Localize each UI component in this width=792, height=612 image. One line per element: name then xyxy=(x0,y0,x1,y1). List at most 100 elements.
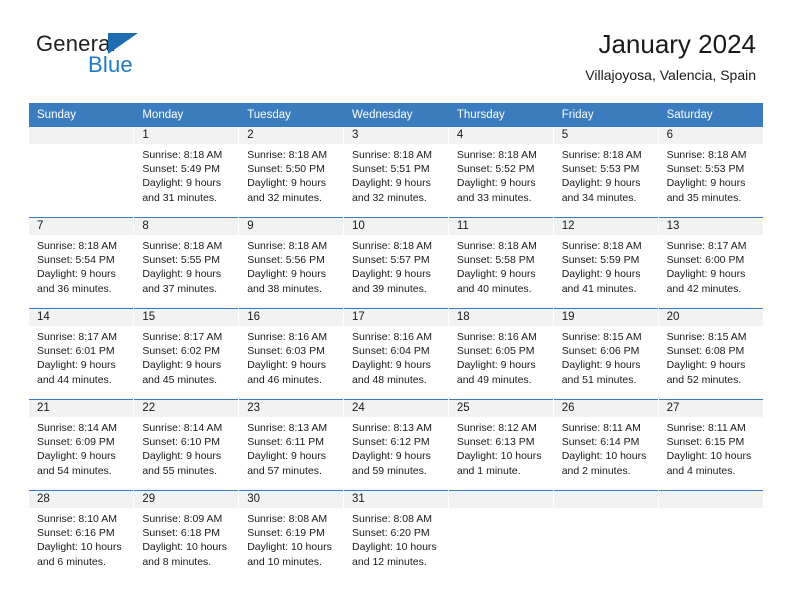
calendar-day-cell[interactable]: 16 Sunrise: 8:16 AM Sunset: 6:03 PM Dayligh… xyxy=(238,308,345,400)
calendar-day-cell[interactable]: 6 Sunrise: 8:18 AM Sunset: 5:53 PM Daylight… xyxy=(658,127,763,218)
day-cell-details: Sunrise: 8:18 AM Sunset: 5:54 PM Daylight:… xyxy=(29,235,133,296)
calendar-day-cell[interactable]: 25 Sunrise: 8:12 AM Sunset: 6:13 PM Dayligh… xyxy=(448,399,554,491)
day-cell-inner xyxy=(658,491,763,581)
sunrise-text: Sunrise: 8:11 AM xyxy=(666,422,746,434)
day-cell-details: Sunrise: 8:18 AM Sunset: 5:53 PM Daylight:… xyxy=(554,144,658,205)
day-cell-inner: 16 Sunrise: 8:16 AM Sunset: 6:03 PM Dayligh… xyxy=(239,309,344,399)
daylight-text: Daylight: 9 hours and 35 minutes. xyxy=(666,177,746,204)
sunrise-text: Sunrise: 8:12 AM xyxy=(456,422,537,434)
calendar-day-cell[interactable]: 1 Sunrise: 8:18 AM Sunset: 5:49 PM Daylight… xyxy=(133,127,240,218)
sunset-text: Sunset: 6:09 PM xyxy=(37,436,115,449)
day-cell-details: Sunrise: 8:18 AM Sunset: 5:53 PM Daylight:… xyxy=(659,144,763,205)
sunset-text: Sunset: 6:15 PM xyxy=(666,436,745,449)
calendar-day-cell[interactable]: 9 Sunrise: 8:18 AM Sunset: 5:56 PM Daylight… xyxy=(238,217,345,309)
calendar-day-cell[interactable]: 28 Sunrise: 8:10 AM Sunset: 6:16 PM Dayligh… xyxy=(29,490,135,581)
sunrise-text: Sunrise: 8:11 AM xyxy=(561,422,641,434)
calendar-day-cell[interactable]: 11 Sunrise: 8:18 AM Sunset: 5:58 PM Dayligh… xyxy=(448,217,554,309)
calendar-day-cell[interactable]: 31 Sunrise: 8:08 AM Sunset: 6:20 PM Dayligh… xyxy=(343,490,449,581)
calendar-day-cell[interactable]: 3 Sunrise: 8:18 AM Sunset: 5:51 PM Daylight… xyxy=(343,127,449,218)
day-cell-details: Sunrise: 8:08 AM Sunset: 6:19 PM Daylight:… xyxy=(239,508,343,569)
calendar-day-cell[interactable]: 27 Sunrise: 8:11 AM Sunset: 6:15 PM Dayligh… xyxy=(658,399,763,491)
calendar-day-cell[interactable]: 4 Sunrise: 8:18 AM Sunset: 5:52 PM Daylight… xyxy=(448,127,554,218)
day-number: 16 xyxy=(239,309,344,326)
day-cell-details: Sunrise: 8:18 AM Sunset: 5:50 PM Daylight:… xyxy=(239,144,343,205)
day-cell-details: Sunrise: 8:16 AM Sunset: 6:05 PM Daylight:… xyxy=(449,326,553,387)
general-blue-logo[interactable]: General Blue xyxy=(36,32,226,88)
daylight-text: Daylight: 9 hours and 45 minutes. xyxy=(142,359,222,386)
calendar-day-cell[interactable]: 12 Sunrise: 8:18 AM Sunset: 5:59 PM Dayligh… xyxy=(553,217,659,309)
calendar-day-cell[interactable]: 8 Sunrise: 8:18 AM Sunset: 5:55 PM Daylight… xyxy=(133,217,240,309)
day-number: 6 xyxy=(658,127,763,144)
day-number: 12 xyxy=(553,218,658,235)
calendar-day-cell[interactable]: 18 Sunrise: 8:16 AM Sunset: 6:05 PM Dayligh… xyxy=(448,308,554,400)
day-cell-details: Sunrise: 8:18 AM Sunset: 5:51 PM Daylight:… xyxy=(344,144,448,205)
day-cell-details: Sunrise: 8:13 AM Sunset: 6:12 PM Daylight:… xyxy=(344,417,448,478)
calendar-day-cell[interactable]: 24 Sunrise: 8:13 AM Sunset: 6:12 PM Dayligh… xyxy=(343,399,449,491)
day-cell-inner: 30 Sunrise: 8:08 AM Sunset: 6:19 PM Dayligh… xyxy=(239,491,344,581)
sunrise-text: Sunrise: 8:18 AM xyxy=(456,240,537,252)
calendar-day-cell[interactable]: 5 Sunrise: 8:18 AM Sunset: 5:53 PM Daylight… xyxy=(553,127,659,218)
day-cell-inner: 26 Sunrise: 8:11 AM Sunset: 6:14 PM Dayligh… xyxy=(553,400,658,490)
sunrise-text: Sunrise: 8:18 AM xyxy=(247,240,328,252)
calendar-day-cell[interactable]: 26 Sunrise: 8:11 AM Sunset: 6:14 PM Dayligh… xyxy=(553,399,659,491)
calendar-day-cell[interactable]: 17 Sunrise: 8:16 AM Sunset: 6:04 PM Dayligh… xyxy=(343,308,449,400)
calendar-day-cell[interactable]: 13 Sunrise: 8:17 AM Sunset: 6:00 PM Dayligh… xyxy=(658,217,763,309)
calendar-day-cell[interactable]: 14 Sunrise: 8:17 AM Sunset: 6:01 PM Dayligh… xyxy=(29,308,135,400)
day-cell-details: Sunrise: 8:18 AM Sunset: 5:59 PM Daylight:… xyxy=(554,235,658,296)
calendar-day-cell[interactable]: 2 Sunrise: 8:18 AM Sunset: 5:50 PM Daylight… xyxy=(238,127,345,218)
sunset-text: Sunset: 5:54 PM xyxy=(37,254,115,267)
calendar-day-cell[interactable]: 19 Sunrise: 8:15 AM Sunset: 6:06 PM Dayligh… xyxy=(553,308,659,400)
calendar-day-cell-empty xyxy=(553,490,659,581)
day-cell-inner: 12 Sunrise: 8:18 AM Sunset: 5:59 PM Dayligh… xyxy=(553,218,658,308)
sunset-text: Sunset: 6:10 PM xyxy=(142,436,220,449)
sunset-text: Sunset: 6:16 PM xyxy=(37,527,115,540)
daylight-text: Daylight: 10 hours and 2 minutes. xyxy=(561,450,647,477)
weekday-header-friday: Friday xyxy=(553,103,659,127)
daylight-text: Daylight: 10 hours and 12 minutes. xyxy=(352,541,437,568)
daylight-text: Daylight: 9 hours and 41 minutes. xyxy=(561,268,641,295)
day-number: 18 xyxy=(448,309,553,326)
calendar-header-row: Sunday Monday Tuesday Wednesday Thursday… xyxy=(29,103,763,127)
calendar-body: 1 Sunrise: 8:18 AM Sunset: 5:49 PM Daylight… xyxy=(29,127,763,581)
calendar-day-cell[interactable]: 15 Sunrise: 8:17 AM Sunset: 6:02 PM Dayligh… xyxy=(133,308,240,400)
day-cell-inner: 3 Sunrise: 8:18 AM Sunset: 5:51 PM Daylight… xyxy=(344,127,448,217)
calendar-day-cell[interactable]: 23 Sunrise: 8:13 AM Sunset: 6:11 PM Dayligh… xyxy=(238,399,345,491)
calendar-day-cell[interactable]: 20 Sunrise: 8:15 AM Sunset: 6:08 PM Dayligh… xyxy=(658,308,763,400)
sunset-text: Sunset: 6:06 PM xyxy=(561,345,640,358)
day-number: 19 xyxy=(553,309,658,326)
calendar-week-row: 1 Sunrise: 8:18 AM Sunset: 5:49 PM Daylight… xyxy=(29,127,763,218)
calendar-day-cell[interactable]: 10 Sunrise: 8:18 AM Sunset: 5:57 PM Dayligh… xyxy=(343,217,449,309)
daylight-text: Daylight: 9 hours and 42 minutes. xyxy=(666,268,746,295)
sunrise-text: Sunrise: 8:18 AM xyxy=(247,149,328,161)
day-number: 30 xyxy=(239,491,344,508)
daylight-text: Daylight: 9 hours and 52 minutes. xyxy=(666,359,746,386)
sunrise-text: Sunrise: 8:17 AM xyxy=(37,331,117,343)
sunrise-text: Sunrise: 8:17 AM xyxy=(666,240,747,252)
day-cell-inner xyxy=(553,491,658,581)
daylight-text: Daylight: 9 hours and 39 minutes. xyxy=(352,268,431,295)
calendar-day-cell[interactable]: 29 Sunrise: 8:09 AM Sunset: 6:18 PM Dayligh… xyxy=(133,490,240,581)
calendar-day-cell[interactable]: 21 Sunrise: 8:14 AM Sunset: 6:09 PM Dayligh… xyxy=(29,399,135,491)
day-number: 1 xyxy=(134,127,239,144)
day-cell-inner: 25 Sunrise: 8:12 AM Sunset: 6:13 PM Dayligh… xyxy=(448,400,553,490)
day-cell-inner: 31 Sunrise: 8:08 AM Sunset: 6:20 PM Dayligh… xyxy=(344,491,448,581)
day-number: 31 xyxy=(344,491,448,508)
calendar-day-cell[interactable]: 7 Sunrise: 8:18 AM Sunset: 5:54 PM Daylight… xyxy=(29,217,135,309)
sunrise-text: Sunrise: 8:08 AM xyxy=(247,513,328,525)
day-number: 22 xyxy=(134,400,239,417)
day-number: 14 xyxy=(29,309,134,326)
day-cell-details: Sunrise: 8:14 AM Sunset: 6:09 PM Daylight:… xyxy=(29,417,133,478)
day-cell-inner: 10 Sunrise: 8:18 AM Sunset: 5:57 PM Dayligh… xyxy=(344,218,448,308)
day-cell-details: Sunrise: 8:16 AM Sunset: 6:04 PM Daylight:… xyxy=(344,326,448,387)
sunset-text: Sunset: 6:01 PM xyxy=(37,345,115,358)
day-number: 4 xyxy=(448,127,553,144)
calendar-day-cell[interactable]: 22 Sunrise: 8:14 AM Sunset: 6:10 PM Dayligh… xyxy=(133,399,240,491)
sunrise-text: Sunrise: 8:18 AM xyxy=(142,240,223,252)
calendar-day-cell[interactable]: 30 Sunrise: 8:08 AM Sunset: 6:19 PM Dayligh… xyxy=(238,490,345,581)
daylight-text: Daylight: 9 hours and 34 minutes. xyxy=(561,177,641,204)
sunrise-text: Sunrise: 8:16 AM xyxy=(247,331,328,343)
day-cell-inner: 7 Sunrise: 8:18 AM Sunset: 5:54 PM Daylight… xyxy=(29,218,134,308)
sunset-text: Sunset: 5:52 PM xyxy=(456,163,535,176)
day-cell-details: Sunrise: 8:17 AM Sunset: 6:00 PM Daylight:… xyxy=(659,235,763,296)
sunset-text: Sunset: 6:19 PM xyxy=(247,527,325,540)
